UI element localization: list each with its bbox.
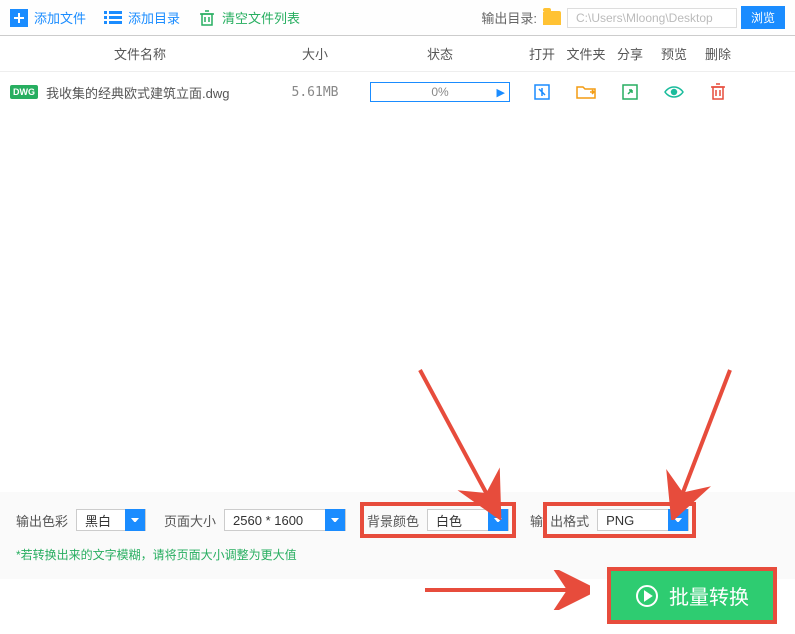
color-label: 输出色彩 xyxy=(16,511,68,530)
file-size: 5.61MB xyxy=(270,85,360,100)
add-file-icon xyxy=(10,9,28,27)
folder-button[interactable] xyxy=(564,84,608,100)
header-share: 分享 xyxy=(608,44,652,63)
share-button[interactable] xyxy=(608,83,652,101)
page-setting: 页面大小 2560 * 1600 xyxy=(164,509,346,531)
settings-bar: 输出色彩 黑白 页面大小 2560 * 1600 背景颜色 白色 输 出格式 P… xyxy=(0,492,795,542)
header-folder: 文件夹 xyxy=(564,44,608,63)
header-size: 大小 xyxy=(270,44,360,63)
preview-button[interactable] xyxy=(652,85,696,99)
format-setting: 出格式 PNG xyxy=(547,506,692,534)
clear-list-label: 清空文件列表 xyxy=(222,8,300,27)
folder-icon xyxy=(543,11,561,25)
color-select[interactable]: 黑白 xyxy=(76,509,146,531)
header-status: 状态 xyxy=(360,44,520,63)
browse-button[interactable]: 浏览 xyxy=(741,6,785,29)
add-dir-label: 添加目录 xyxy=(128,8,180,27)
header-open: 打开 xyxy=(520,44,564,63)
open-button[interactable] xyxy=(520,83,564,101)
chevron-down-icon xyxy=(125,509,145,531)
add-file-button[interactable]: 添加文件 xyxy=(10,8,86,27)
bg-select[interactable]: 白色 xyxy=(427,509,509,531)
bg-label: 背景颜色 xyxy=(367,511,419,530)
header-preview: 预览 xyxy=(652,44,696,63)
file-list: DWG 我收集的经典欧式建筑立面.dwg 5.61MB 0% ▶ xyxy=(0,72,795,492)
table-header: 文件名称 大小 状态 打开 文件夹 分享 预览 删除 xyxy=(0,36,795,72)
toolbar: 添加文件 添加目录 清空文件列表 输出目录: C:\Users\Mloong\D… xyxy=(0,0,795,36)
header-name: 文件名称 xyxy=(10,44,270,63)
batch-convert-button[interactable]: 批量转换 xyxy=(611,571,773,620)
table-row[interactable]: DWG 我收集的经典欧式建筑立面.dwg 5.61MB 0% ▶ xyxy=(0,72,795,112)
chevron-down-icon xyxy=(325,509,345,531)
color-setting: 输出色彩 黑白 xyxy=(16,509,146,531)
progress-bar[interactable]: 0% ▶ xyxy=(370,82,510,102)
play-icon: ▶ xyxy=(497,86,505,99)
list-icon xyxy=(104,9,122,27)
clear-list-button[interactable]: 清空文件列表 xyxy=(198,8,300,27)
format-select[interactable]: PNG xyxy=(597,509,689,531)
output-path-input[interactable]: C:\Users\Mloong\Desktop xyxy=(567,8,737,28)
bg-setting: 背景颜色 白色 xyxy=(364,506,512,534)
fmt-prefix: 输 xyxy=(530,511,543,530)
file-name: 我收集的经典欧式建筑立面.dwg xyxy=(46,83,229,102)
add-dir-button[interactable]: 添加目录 xyxy=(104,8,180,27)
play-circle-icon xyxy=(635,584,659,608)
header-delete: 删除 xyxy=(696,44,740,63)
chevron-down-icon xyxy=(488,509,508,531)
page-select[interactable]: 2560 * 1600 xyxy=(224,509,346,531)
convert-label: 批量转换 xyxy=(669,581,749,610)
chevron-down-icon xyxy=(668,509,688,531)
trash-icon xyxy=(198,9,216,27)
progress-value: 0% xyxy=(431,85,448,99)
output-dir-label: 输出目录: xyxy=(481,8,537,27)
delete-button[interactable] xyxy=(696,83,740,101)
file-type-badge: DWG xyxy=(10,85,38,99)
fmt-label: 出格式 xyxy=(550,511,589,530)
add-file-label: 添加文件 xyxy=(34,8,86,27)
page-label: 页面大小 xyxy=(164,511,216,530)
